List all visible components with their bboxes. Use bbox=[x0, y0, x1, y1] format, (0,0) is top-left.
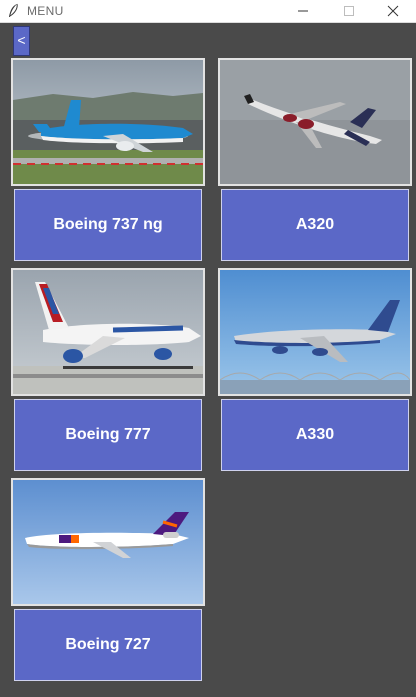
aircraft-button-boeing-737-ng[interactable]: Boeing 737 ng bbox=[14, 189, 202, 261]
transaero-boeing-777-photo bbox=[11, 268, 205, 396]
window-titlebar: MENU bbox=[0, 0, 416, 23]
maximize-icon bbox=[344, 6, 354, 16]
aircraft-button-boeing-727[interactable]: Boeing 727 bbox=[14, 609, 202, 681]
aircraft-button-boeing-777[interactable]: Boeing 777 bbox=[14, 399, 202, 471]
back-button[interactable]: < bbox=[13, 26, 30, 56]
minimize-icon bbox=[298, 10, 308, 12]
fedex-boeing-727-photo bbox=[11, 478, 205, 606]
close-icon bbox=[387, 5, 399, 17]
klm-boeing-737-photo bbox=[11, 58, 205, 186]
aircraft-button-a320[interactable]: A320 bbox=[221, 189, 409, 261]
maximize-button[interactable] bbox=[326, 0, 372, 22]
feather-app-icon bbox=[6, 3, 20, 19]
window-title: MENU bbox=[27, 4, 64, 18]
aircraft-button-a330[interactable]: A330 bbox=[221, 399, 409, 471]
minimize-button[interactable] bbox=[280, 0, 326, 22]
close-button[interactable] bbox=[370, 0, 416, 22]
sas-a320-photo bbox=[218, 58, 412, 186]
aeroflot-a330-photo bbox=[218, 268, 412, 396]
